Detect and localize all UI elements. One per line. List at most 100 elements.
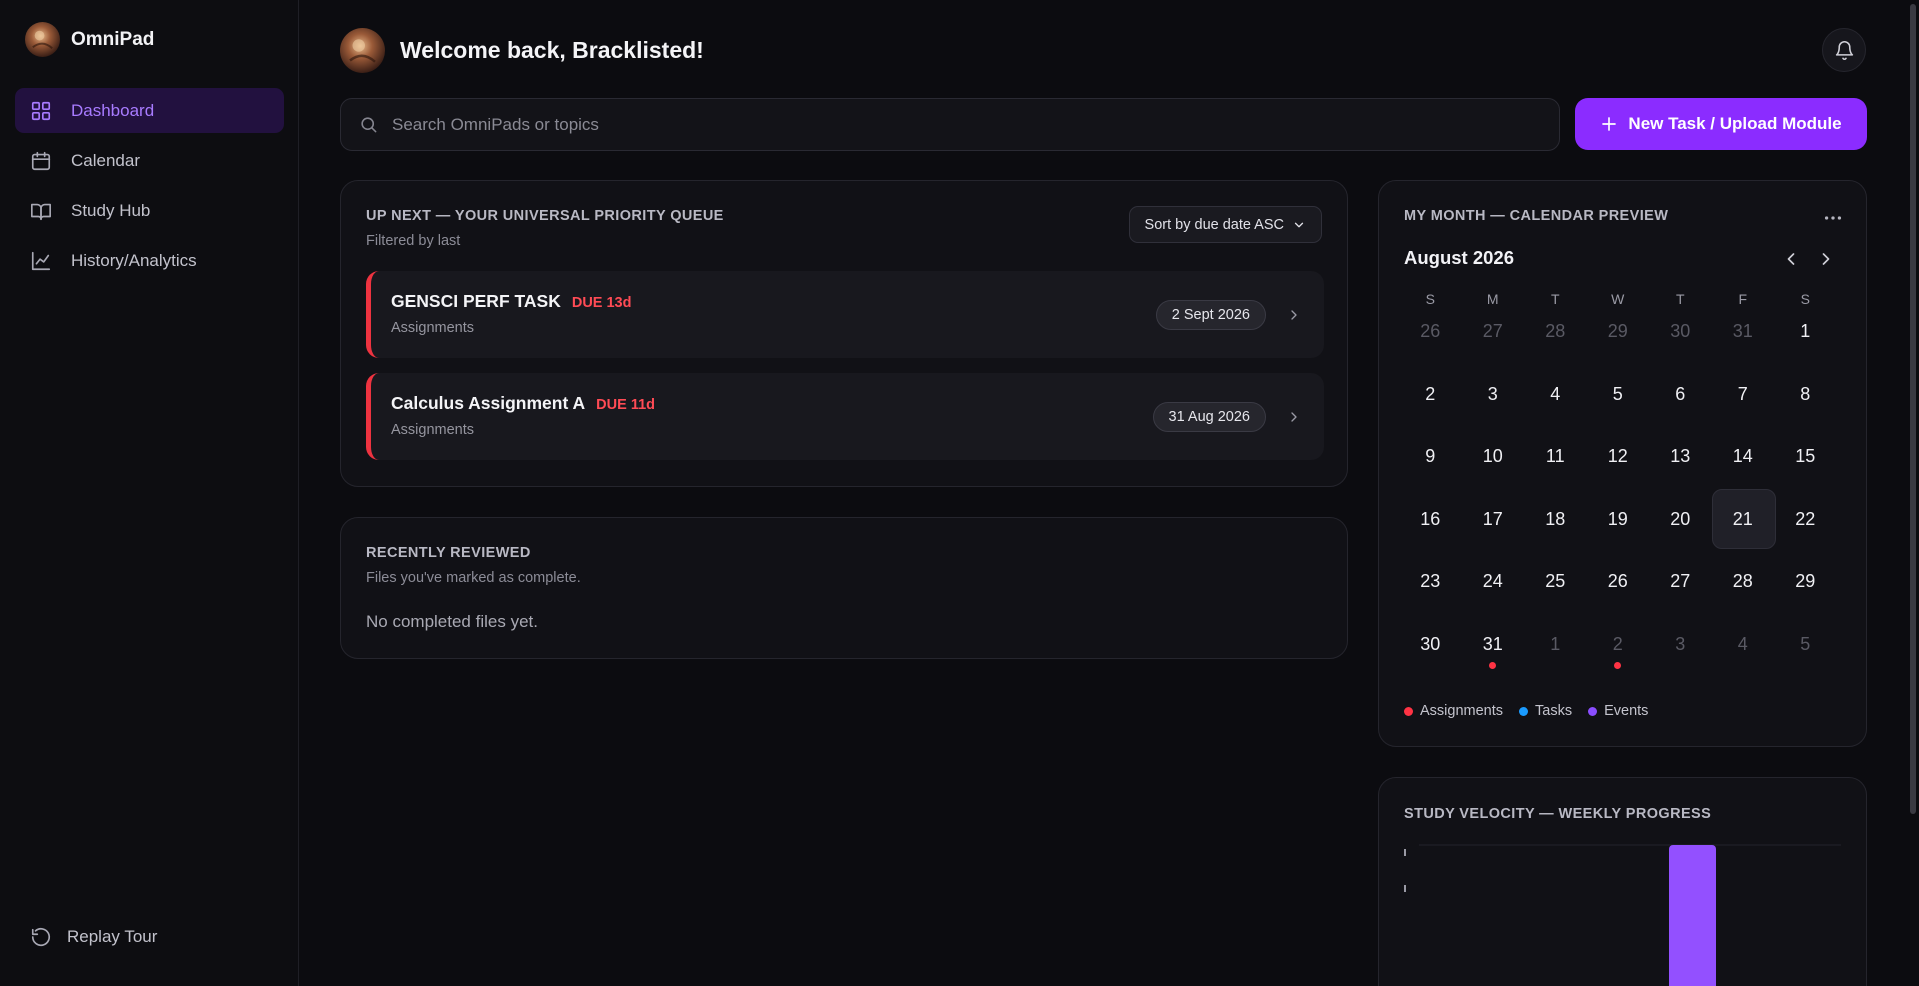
calendar-weekday: F: [1738, 291, 1748, 307]
chevron-right-icon[interactable]: [1816, 249, 1836, 269]
calendar-day[interactable]: 30: [1649, 313, 1712, 376]
calendar-day[interactable]: 6: [1649, 376, 1712, 439]
task-row[interactable]: GENSCI PERF TASK DUE 13d Assignments 2 S…: [366, 271, 1324, 358]
brand[interactable]: OmniPad: [25, 22, 154, 57]
calendar-day-number: 20: [1670, 508, 1691, 529]
calendar-day[interactable]: 7: [1712, 376, 1775, 439]
calendar-day-number: 6: [1675, 383, 1686, 404]
calendar-day[interactable]: 11: [1524, 438, 1587, 501]
calendar-day[interactable]: 12: [1587, 438, 1650, 501]
sort-dropdown[interactable]: Sort by due date ASC: [1128, 206, 1322, 243]
calendar-day[interactable]: 30: [1399, 626, 1462, 689]
calendar-day[interactable]: 4: [1524, 376, 1587, 439]
recent-title: RECENTLY REVIEWED: [366, 545, 531, 561]
queue-subtitle: Filtered by last: [366, 233, 461, 249]
calendar-day[interactable]: 31: [1462, 626, 1525, 689]
task-row[interactable]: Calculus Assignment A DUE 11d Assignment…: [366, 373, 1324, 460]
recently-reviewed-card: RECENTLY REVIEWED Files you've marked as…: [340, 517, 1348, 659]
dashboard-grid-icon: [31, 101, 51, 120]
task-title: Calculus Assignment A: [391, 393, 586, 413]
legend-label: Events: [1604, 703, 1649, 719]
search-input[interactable]: [392, 114, 1559, 135]
calendar-day[interactable]: 2: [1587, 626, 1650, 689]
calendar-day[interactable]: 22: [1774, 501, 1837, 564]
calendar-day[interactable]: 15: [1774, 438, 1837, 501]
scrollbar-thumb[interactable]: [1910, 4, 1916, 814]
task-due-badge: DUE 13d: [571, 295, 632, 311]
avatar[interactable]: [340, 28, 385, 73]
chevron-right-icon[interactable]: [1286, 409, 1302, 425]
priority-queue-card: UP NEXT — YOUR UNIVERSAL PRIORITY QUEUE …: [340, 180, 1348, 487]
calendar-day-number: 28: [1545, 321, 1566, 341]
calendar-day-today[interactable]: 21: [1711, 488, 1776, 564]
sidebar-item-study-hub[interactable]: Study Hub: [15, 188, 284, 233]
calendar-day[interactable]: 1: [1774, 313, 1837, 376]
calendar-day[interactable]: 20: [1649, 501, 1712, 564]
welcome-header: Welcome back, Bracklisted!: [340, 28, 704, 73]
calendar-day[interactable]: 28: [1524, 313, 1587, 376]
calendar-day[interactable]: 9: [1399, 438, 1462, 501]
page-scrollbar[interactable]: [1907, 0, 1919, 986]
legend-label: Tasks: [1535, 703, 1573, 719]
sidebar: OmniPad Dashboard Calendar Study Hub His…: [0, 0, 299, 986]
calendar-day[interactable]: 29: [1587, 313, 1650, 376]
calendar-day[interactable]: 28: [1712, 563, 1775, 626]
calendar-day[interactable]: 13: [1649, 438, 1712, 501]
sidebar-item-dashboard[interactable]: Dashboard: [15, 88, 284, 133]
legend-item: Assignments: [1404, 703, 1503, 719]
line-chart-icon: [31, 251, 51, 270]
sort-label: Sort by due date ASC: [1144, 216, 1284, 233]
chevron-right-icon[interactable]: [1286, 307, 1302, 323]
calendar-day-number: 11: [1545, 446, 1565, 466]
new-task-button[interactable]: New Task / Upload Module: [1575, 98, 1867, 150]
calendar-day-number: 31: [1482, 633, 1503, 654]
new-task-label: New Task / Upload Module: [1628, 114, 1842, 133]
calendar-day-number: 15: [1795, 446, 1816, 466]
chevron-left-icon[interactable]: [1781, 249, 1801, 269]
calendar-day[interactable]: 2: [1399, 376, 1462, 439]
calendar-day[interactable]: 19: [1587, 501, 1650, 564]
calendar-day[interactable]: 3: [1462, 376, 1525, 439]
task-date-pill: 31 Aug 2026: [1152, 402, 1266, 432]
calendar-day-number: 7: [1737, 383, 1748, 404]
sidebar-item-history-analytics[interactable]: History/Analytics: [15, 238, 284, 283]
calendar-day[interactable]: 8: [1774, 376, 1837, 439]
calendar-day[interactable]: 26: [1399, 313, 1462, 376]
plus-icon: [1602, 117, 1617, 131]
calendar-day-number: 12: [1607, 446, 1628, 466]
sidebar-item-calendar[interactable]: Calendar: [15, 138, 284, 183]
replay-icon: [31, 928, 51, 947]
calendar-day[interactable]: 29: [1774, 563, 1837, 626]
calendar-day[interactable]: 17: [1462, 501, 1525, 564]
calendar-day[interactable]: 26: [1587, 563, 1650, 626]
replay-tour-button[interactable]: Replay Tour: [30, 926, 157, 948]
legend-item: Events: [1588, 703, 1648, 719]
notifications-button[interactable]: [1822, 28, 1866, 72]
calendar-day[interactable]: 27: [1649, 563, 1712, 626]
calendar-month-label: August 2026: [1404, 247, 1515, 268]
legend-dot: [1588, 706, 1598, 716]
calendar-day-number: 16: [1420, 508, 1441, 529]
calendar-day[interactable]: 27: [1462, 313, 1525, 376]
calendar-day[interactable]: 16: [1399, 501, 1462, 564]
more-options-icon[interactable]: [1822, 207, 1844, 229]
calendar-day[interactable]: 10: [1462, 438, 1525, 501]
calendar-day[interactable]: 25: [1524, 563, 1587, 626]
calendar-day-number: 1: [1800, 321, 1811, 341]
calendar-day[interactable]: 1: [1524, 626, 1587, 689]
calendar-day[interactable]: 23: [1399, 563, 1462, 626]
calendar-day[interactable]: 5: [1587, 376, 1650, 439]
calendar-day[interactable]: 3: [1649, 626, 1712, 689]
app-name: OmniPad: [71, 28, 155, 50]
task-date-pill: 2 Sept 2026: [1155, 300, 1266, 330]
calendar-day[interactable]: 31: [1712, 313, 1775, 376]
calendar-weekday: T: [1675, 291, 1685, 307]
calendar-day[interactable]: 18: [1524, 501, 1587, 564]
sidebar-item-label: Dashboard: [71, 100, 155, 120]
calendar-day-number: 5: [1612, 383, 1623, 404]
calendar-day[interactable]: 24: [1462, 563, 1525, 626]
calendar-day-number: 30: [1670, 321, 1691, 341]
calendar-day[interactable]: 5: [1774, 626, 1837, 689]
calendar-day[interactable]: 4: [1712, 626, 1775, 689]
calendar-day-number: 13: [1670, 446, 1691, 466]
